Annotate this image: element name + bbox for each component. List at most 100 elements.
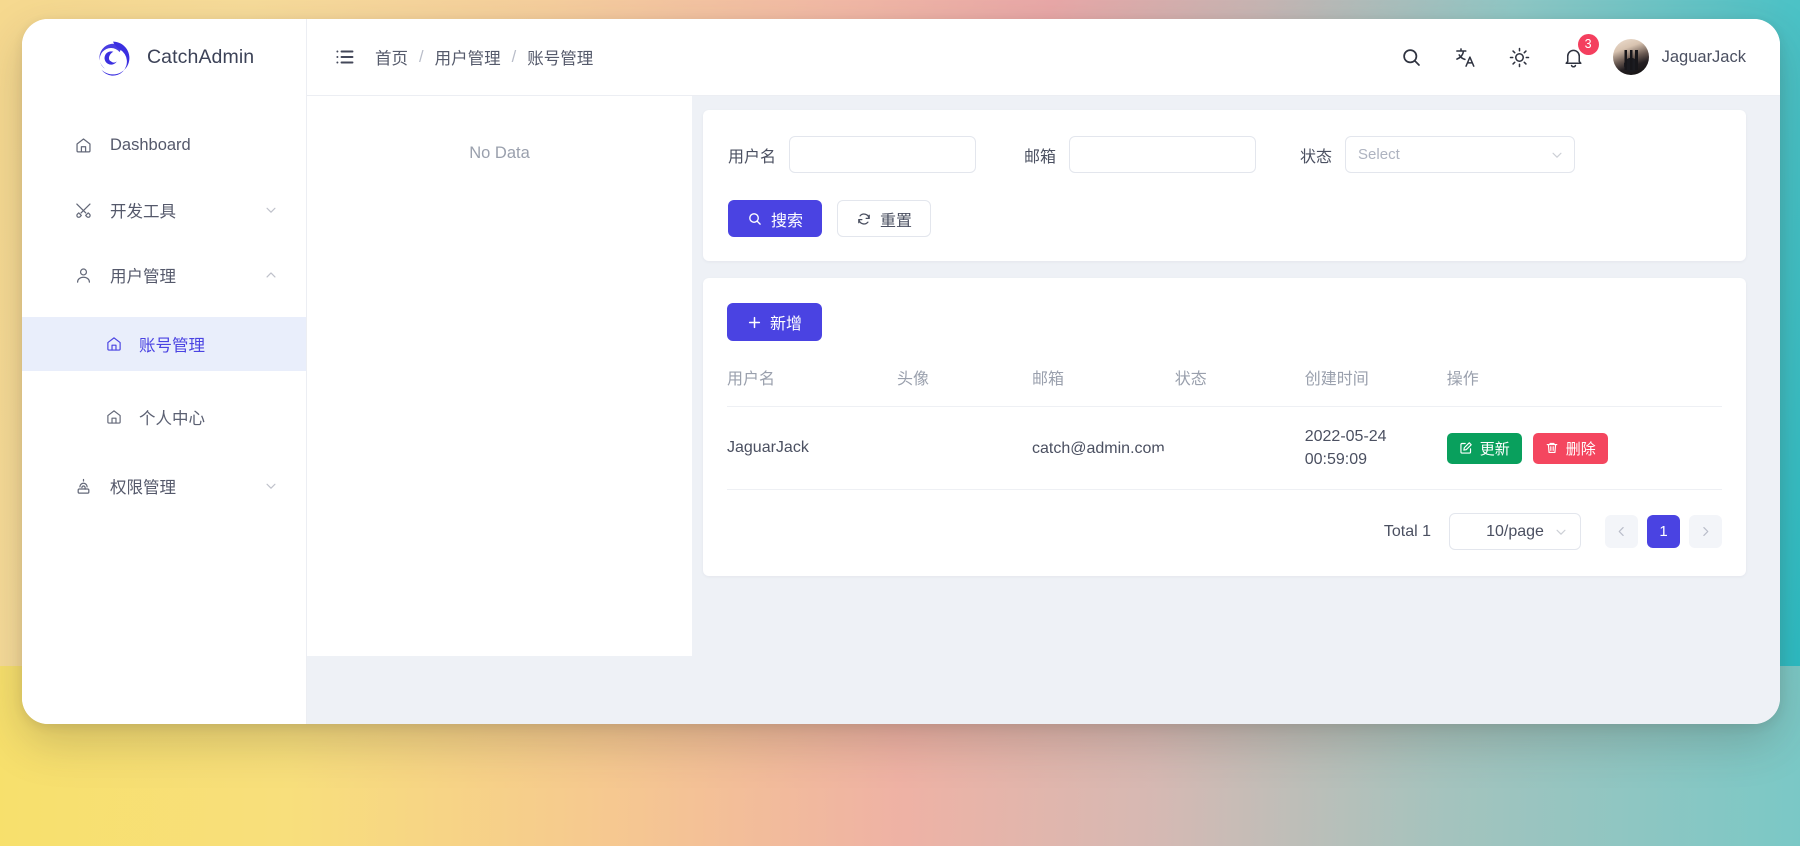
column-header-avatar: 头像 <box>897 365 1032 407</box>
row-actions: 更新 <box>1447 433 1712 464</box>
sidebar-item-label: 用户管理 <box>110 263 264 287</box>
chevron-down-icon <box>264 479 278 493</box>
email-input[interactable] <box>1069 136 1256 173</box>
sidebar-item-label: 权限管理 <box>110 474 264 498</box>
sidebar-item-label: Dashboard <box>110 136 278 155</box>
update-button-label: 更新 <box>1480 438 1510 459</box>
topbar: 首页 / 用户管理 / 账号管理 <box>307 19 1780 96</box>
breadcrumb-separator: / <box>419 48 424 67</box>
sidebar-item-account-management[interactable]: 账号管理 <box>22 317 306 371</box>
delete-button[interactable]: 删除 <box>1533 433 1608 464</box>
sidebar-item-user-management[interactable]: 用户管理 <box>22 252 306 298</box>
page-size-value: 10/page <box>1486 523 1544 541</box>
trash-icon <box>1545 441 1559 455</box>
filter-buttons: 搜索 重置 <box>728 200 1721 237</box>
column-header-email: 邮箱 <box>1032 365 1175 407</box>
cell-username: JaguarJack <box>727 407 897 490</box>
sun-icon[interactable] <box>1507 44 1533 70</box>
search-icon <box>747 211 763 227</box>
sidebar-subitem-label: 账号管理 <box>139 332 205 356</box>
topbar-tools: 3 <box>1399 44 1587 70</box>
user-menu[interactable]: JaguarJack <box>1613 39 1746 75</box>
search-button[interactable]: 搜索 <box>728 200 822 237</box>
filter-row: 用户名 邮箱 状态 Select <box>728 136 1721 173</box>
nav-spacer <box>22 298 306 317</box>
left-empty-pane: No Data <box>307 96 692 656</box>
page-size-select[interactable]: 10/page <box>1449 513 1581 550</box>
table-head: 用户名 头像 邮箱 状态 创建时间 操作 <box>727 365 1722 407</box>
notification-badge: 3 <box>1578 34 1599 55</box>
accounts-table: 用户名 头像 邮箱 状态 创建时间 操作 JaguarJack <box>727 365 1722 490</box>
column-header-created-at: 创建时间 <box>1305 365 1447 407</box>
column-header-username: 用户名 <box>727 365 897 407</box>
table-body: JaguarJack catch@admin.com <box>727 407 1722 490</box>
nav-spacer <box>22 444 306 463</box>
cell-created-at: 2022-05-24 00:59:09 <box>1305 407 1447 490</box>
nav-spacer <box>22 168 306 187</box>
sidebar-nav: Dashboard 开发工具 <box>22 96 306 509</box>
bell-icon[interactable]: 3 <box>1561 44 1587 70</box>
plus-icon <box>747 315 762 330</box>
prev-page-button[interactable] <box>1605 515 1638 548</box>
no-data-text: No Data <box>469 144 530 162</box>
breadcrumb-item-home[interactable]: 首页 <box>375 45 408 69</box>
update-button[interactable]: 更新 <box>1447 433 1522 464</box>
content-area: No Data 用户名 邮箱 <box>307 96 1780 724</box>
username-label: JaguarJack <box>1662 48 1746 67</box>
field-status: 状态 Select <box>1300 136 1575 173</box>
tools-icon <box>74 201 93 220</box>
right-panel: 首页 / 用户管理 / 账号管理 <box>307 19 1780 724</box>
sidebar-item-personal-center[interactable]: 个人中心 <box>22 390 306 444</box>
pagination: Total 1 10/page 1 <box>727 490 1722 576</box>
username-label: 用户名 <box>728 143 776 167</box>
field-username: 用户名 <box>728 136 976 173</box>
user-icon <box>74 266 93 285</box>
chevron-up-icon <box>264 268 278 282</box>
edit-icon <box>1459 441 1473 455</box>
column-header-operations: 操作 <box>1447 365 1722 407</box>
nav-spacer <box>22 233 306 252</box>
add-button[interactable]: 新增 <box>727 303 822 341</box>
fingerprint-icon <box>74 477 93 496</box>
sidebar-item-dev-tools[interactable]: 开发工具 <box>22 187 306 233</box>
home-icon <box>105 335 123 353</box>
reset-button[interactable]: 重置 <box>837 200 931 237</box>
home-icon <box>105 408 123 426</box>
translate-icon[interactable] <box>1453 44 1479 70</box>
sidebar-item-dashboard[interactable]: Dashboard <box>22 122 306 168</box>
app-window: CatchAdmin Dashboard <box>22 19 1780 724</box>
list-menu-icon[interactable] <box>333 45 357 69</box>
search-button-label: 搜索 <box>771 207 803 231</box>
avatar <box>1613 39 1649 75</box>
main-pane: 用户名 邮箱 状态 Select <box>692 96 1780 724</box>
delete-button-label: 删除 <box>1566 438 1596 459</box>
page-button-1[interactable]: 1 <box>1647 515 1680 548</box>
table-header-row: 用户名 头像 邮箱 状态 创建时间 操作 <box>727 365 1722 407</box>
add-button-label: 新增 <box>770 310 802 334</box>
email-label: 邮箱 <box>1024 143 1056 167</box>
field-email: 邮箱 <box>1024 136 1256 173</box>
status-select[interactable]: Select <box>1345 136 1575 173</box>
cell-status <box>1175 407 1305 490</box>
brand[interactable]: CatchAdmin <box>22 19 306 96</box>
status-select-value: Select <box>1345 136 1575 173</box>
breadcrumb-item-user-management[interactable]: 用户管理 <box>435 45 501 69</box>
chevron-down-icon <box>1554 525 1568 539</box>
filter-card: 用户名 邮箱 状态 Select <box>703 110 1746 261</box>
catch-spiral-logo-icon <box>94 39 132 77</box>
sidebar-item-label: 开发工具 <box>110 198 264 222</box>
search-icon[interactable] <box>1399 44 1425 70</box>
sidebar-item-permission-management[interactable]: 权限管理 <box>22 463 306 509</box>
breadcrumb-separator: / <box>512 48 517 67</box>
sidebar: CatchAdmin Dashboard <box>22 19 307 724</box>
refresh-icon <box>856 211 872 227</box>
page-buttons: 1 <box>1605 515 1722 548</box>
breadcrumb-item-account-management[interactable]: 账号管理 <box>527 45 593 69</box>
reset-button-label: 重置 <box>880 207 912 231</box>
total-label: Total 1 <box>1384 523 1431 541</box>
status-label: 状态 <box>1300 143 1332 167</box>
username-input[interactable] <box>789 136 976 173</box>
table-row: JaguarJack catch@admin.com <box>727 407 1722 490</box>
brand-name: CatchAdmin <box>147 46 254 69</box>
next-page-button[interactable] <box>1689 515 1722 548</box>
